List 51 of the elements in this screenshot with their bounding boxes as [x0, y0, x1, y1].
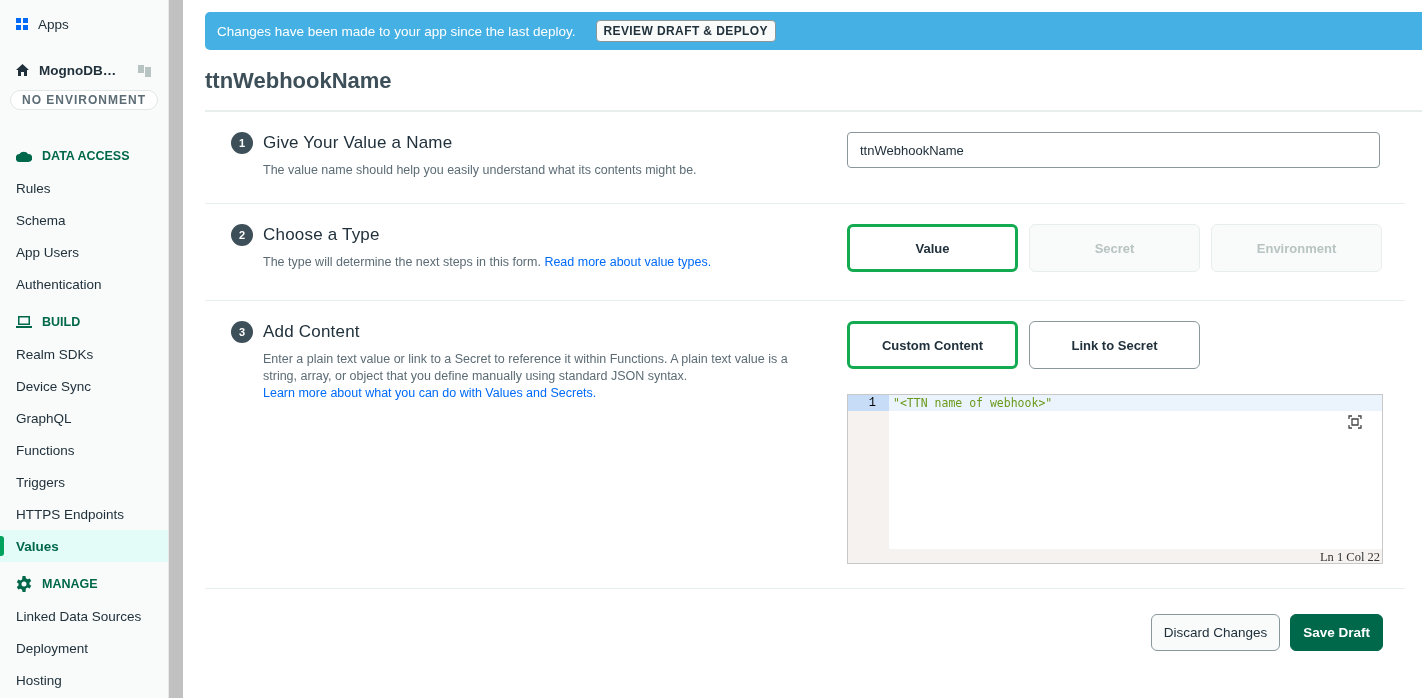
- sidebar-item[interactable]: Functions: [0, 434, 168, 466]
- sidebar-item[interactable]: App Users: [0, 236, 168, 268]
- help-link[interactable]: Learn more about what you can do with Values and Secrets.: [263, 386, 597, 400]
- option-button[interactable]: Value: [847, 224, 1018, 272]
- sidebar-section-title: DATA ACCESS: [42, 149, 130, 163]
- sidebar-item[interactable]: GraphQL: [0, 402, 168, 434]
- step-description: The value name should help you easily understand what its contents might be.: [263, 162, 698, 179]
- step-number: 3: [231, 321, 253, 343]
- sidebar-item[interactable]: Authentication: [0, 268, 168, 300]
- apps-link[interactable]: Apps: [38, 16, 69, 32]
- step-number: 2: [231, 224, 253, 246]
- line-number: 1: [848, 395, 889, 411]
- option-button[interactable]: Link to Secret: [1029, 321, 1200, 369]
- step-title: Give Your Value a Name: [263, 133, 453, 153]
- gear-icon: [16, 576, 32, 592]
- home-icon: [16, 64, 29, 76]
- laptop-icon: [16, 315, 32, 329]
- option-button[interactable]: Custom Content: [847, 321, 1018, 369]
- help-link[interactable]: Read more about value types.: [544, 255, 712, 269]
- discard-button[interactable]: Discard Changes: [1150, 614, 1281, 651]
- grid-icon: [16, 18, 28, 30]
- save-draft-button[interactable]: Save Draft: [1290, 614, 1383, 651]
- sidebar-item[interactable]: Schema: [0, 204, 168, 236]
- sidebar-item[interactable]: Linked Data Sources: [0, 600, 168, 632]
- sidebar-item[interactable]: Values: [0, 530, 168, 562]
- sidebar-item[interactable]: Rules: [0, 172, 168, 204]
- value-name-field[interactable]: ttnWebhookName: [847, 132, 1380, 168]
- cursor-position: Ln 1 Col 22: [1318, 549, 1381, 565]
- sidebar-item[interactable]: Realm SDKs: [0, 338, 168, 370]
- step-description: Enter a plain text value or link to a Secret to reference it within Functions. A plain text value is a string, array, or object that you define manually using standard JSON syntax. Learn more about what you can do with Values and Secrets.: [263, 351, 789, 402]
- fullscreen-icon[interactable]: [1348, 415, 1362, 429]
- scrollbar[interactable]: [168, 0, 183, 698]
- copy-icon[interactable]: [137, 63, 152, 77]
- sidebar-section-title: BUILD: [42, 315, 81, 329]
- cloud-icon: [16, 150, 32, 162]
- step-description: The type will determine the next steps in this form. Read more about value types.: [263, 254, 713, 271]
- sidebar-item[interactable]: HTTPS Endpoints: [0, 498, 168, 530]
- environment-badge: NO ENVIRONMENT: [10, 90, 158, 110]
- sidebar-section-title: MANAGE: [42, 577, 98, 591]
- sidebar-item[interactable]: Deployment: [0, 632, 168, 664]
- step-title: Choose a Type: [263, 225, 380, 245]
- page-title: ttnWebhookName: [205, 68, 1422, 112]
- app-name[interactable]: MognoDB…: [39, 62, 117, 78]
- step-number: 1: [231, 132, 253, 154]
- code-editor[interactable]: 1 "<TTN name of webhook>" Ln 1 Col 22: [847, 394, 1383, 564]
- step-title: Add Content: [263, 322, 360, 342]
- review-deploy-button[interactable]: REVIEW DRAFT & DEPLOY: [595, 20, 776, 42]
- sidebar-item[interactable]: Device Sync: [0, 370, 168, 402]
- sidebar-item[interactable]: Triggers: [0, 466, 168, 498]
- banner-message: Changes have been made to your app since the last deploy.: [217, 23, 576, 39]
- sidebar-item[interactable]: Hosting: [0, 664, 168, 696]
